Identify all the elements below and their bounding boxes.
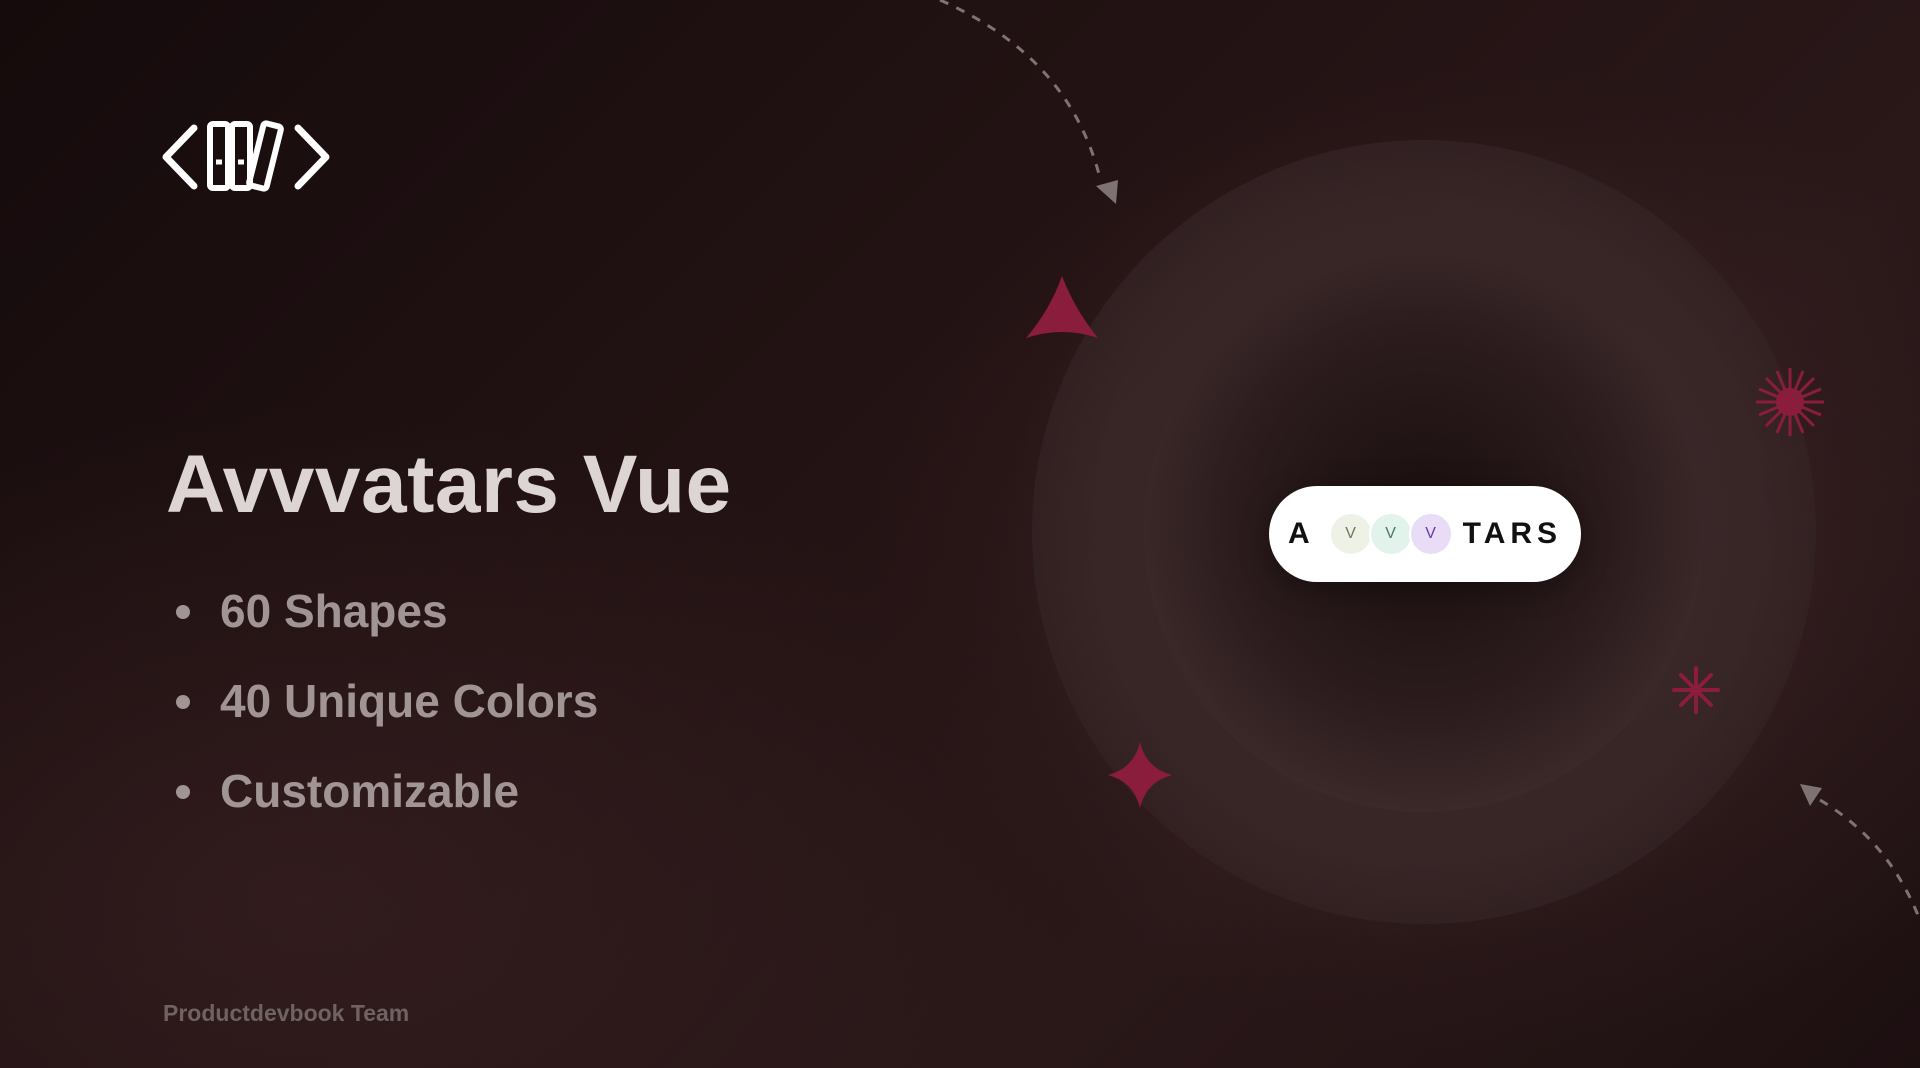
decoration-layer [939, 0, 1920, 952]
avvvatars-badge: A V V V TARS [1269, 486, 1581, 582]
badge-prefix: A [1287, 517, 1315, 550]
dashed-arrow-icon [939, 0, 1102, 179]
badge-suffix: TARS [1462, 517, 1563, 550]
avatar: V [1408, 512, 1453, 556]
burst-icon [1756, 368, 1824, 436]
arrow-head-icon [1800, 784, 1822, 806]
avatar: V [1368, 512, 1413, 556]
avatar: V [1328, 512, 1373, 556]
avatar-group: V V V [1328, 512, 1453, 556]
asterisk-icon [1672, 666, 1720, 714]
dashed-arrow-icon [1819, 798, 1920, 921]
arrow-head-icon [1096, 180, 1118, 204]
